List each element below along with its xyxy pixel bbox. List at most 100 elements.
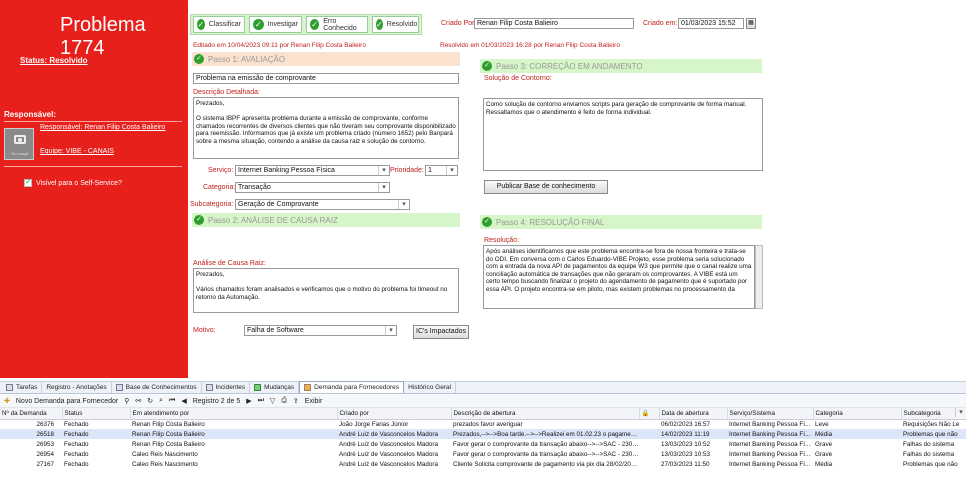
supplier-icon xyxy=(304,384,312,391)
workflow-tab-resolvido[interactable]: ✓ Resolvido xyxy=(372,16,419,33)
workflow-tab-classificar[interactable]: ✓ Classificar xyxy=(193,16,245,33)
cell: Fechado xyxy=(64,450,89,458)
table-row[interactable]: 27167 Fechado Caleo Reis Nascimento André L… xyxy=(0,459,966,469)
servico-label: Serviço: xyxy=(208,167,234,174)
resumo-field[interactable]: Problema na emissão de comprovante xyxy=(193,73,459,84)
cell: Grave xyxy=(815,450,833,458)
prev-record-icon[interactable]: ◀ xyxy=(181,397,186,405)
table-row[interactable]: 26953 Fechado Renan Filip Costa Balieiro An… xyxy=(0,439,966,449)
cell: 26518 xyxy=(0,429,62,439)
workflow-tab-erro-conhecido[interactable]: ✓ Erro Conhecido xyxy=(306,16,368,33)
cell: Renan Filip Costa Balieiro xyxy=(132,440,205,448)
tab-registro-anotacoes[interactable]: Registro - Anotações xyxy=(42,381,112,393)
exibir-menu[interactable]: Exibir xyxy=(305,398,323,405)
publicar-base-button[interactable]: Publicar Base de conhecimento xyxy=(484,180,608,194)
self-service-checkbox[interactable]: Visível para o Self-Service? xyxy=(24,177,122,187)
cell: Problemas que não xyxy=(903,460,958,468)
print-icon[interactable]: ⎙ xyxy=(281,397,287,405)
cell: 14/02/2023 11:19 xyxy=(659,429,727,439)
tab-label: Incidentes xyxy=(215,383,246,391)
cell: Internet Banking Pessoa Fí... xyxy=(729,440,811,448)
cell: 26376 xyxy=(36,420,54,428)
ics-impactados-button[interactable]: IC's Impactados xyxy=(413,325,469,339)
column-header[interactable]: Em atendimento por xyxy=(130,408,338,420)
passo2-header: ✓ Passo 2: ANÁLISE DE CAUSA RAIZ xyxy=(192,213,460,227)
cell: Caleo Reis Nascimento xyxy=(132,460,198,468)
tab-tarefas[interactable]: Tarefas xyxy=(2,381,43,393)
self-service-label: Visível para o Self-Service? xyxy=(36,179,122,187)
motivo-select[interactable]: Falha de Software xyxy=(244,325,397,336)
unlink-icon[interactable]: ⚯ xyxy=(135,397,141,405)
camera-lens-icon xyxy=(18,138,22,142)
lock-column-header[interactable]: 🔒 xyxy=(639,408,660,420)
resolucao-textarea[interactable]: Após análises identificamos que este pro… xyxy=(483,245,755,309)
filter-icon[interactable]: ▽ xyxy=(270,397,275,405)
cell: 27/03/2023 11:50 xyxy=(661,460,710,468)
new-icon: ✚ xyxy=(4,398,10,405)
cell: Internet Banking Pessoa Fí... xyxy=(729,450,811,458)
new-demanda-button[interactable]: Novo Demanda para Fornecedor xyxy=(16,398,118,405)
tab-base-conhecimentos[interactable]: Base de Conhecimentos xyxy=(112,381,202,393)
cell xyxy=(639,449,659,459)
cell: Falhas do sistema xyxy=(903,450,955,458)
grid-toolbar: ✚ Novo Demanda para Fornecedor ⚲ ⚯ ↻ ⌕ ⏮… xyxy=(0,395,966,408)
first-record-icon[interactable]: ⏮ xyxy=(169,397,175,405)
resolvido-label: Resolvido em 01/03/2023 16:28 por Renan … xyxy=(440,42,620,49)
refresh-icon[interactable]: ↻ xyxy=(147,397,153,405)
column-header[interactable]: Serviço/Sistema xyxy=(727,408,814,420)
passo2-title: Passo 2: ANÁLISE DE CAUSA RAIZ xyxy=(208,215,338,225)
analise-textarea[interactable]: Prezados, Vários chamados foram analisad… xyxy=(193,268,459,313)
passo3-header: ✓ Passo 3: CORREÇÃO EM ANDAMENTO xyxy=(480,59,762,73)
contorno-textarea[interactable]: Como solução de contorno enviamos script… xyxy=(483,98,763,171)
tab-mudancas[interactable]: Mudanças xyxy=(250,381,300,393)
cell: André Luiz de Vasconcelos Madora xyxy=(339,450,438,458)
list-icon xyxy=(6,383,13,391)
descricao-textarea[interactable]: Prezados, O sistema IBPF apresenta probl… xyxy=(193,97,459,159)
next-record-icon[interactable]: ▶ xyxy=(246,397,251,405)
cell: 26953 xyxy=(36,440,54,448)
cell: 06/02/2023 16:57 xyxy=(661,420,711,428)
cell: Internet Banking Pessoa Fí... xyxy=(729,460,811,468)
tab-demanda-fornecedores[interactable]: Demanda para Fornecedores xyxy=(299,381,405,393)
export-icon[interactable]: ⇪ xyxy=(293,397,299,405)
responsavel-link[interactable]: Responsável: Renan Filip Costa Balieiro xyxy=(40,124,165,131)
workflow-tab-investigar[interactable]: ✓ Investigar xyxy=(249,16,302,33)
equipe-link[interactable]: Equipe: VIBE - CANAIS xyxy=(40,148,114,155)
categoria-select[interactable]: Transação xyxy=(235,182,390,193)
criado-por-field[interactable]: Renan Filip Costa Balieiro xyxy=(474,18,634,29)
prioridade-select[interactable]: 1 xyxy=(425,165,458,176)
table-row[interactable]: 26376 Fechado Renan Filip Costa Balieiro Jo… xyxy=(0,419,966,429)
link-icon[interactable]: ⚲ xyxy=(124,397,129,405)
calendar-icon[interactable]: ▦ xyxy=(746,18,756,29)
column-header[interactable]: Criado por xyxy=(337,408,452,420)
column-header[interactable]: Descrição de abertura xyxy=(451,408,640,420)
column-header[interactable]: Nº da Demanda xyxy=(0,408,63,420)
incident-icon xyxy=(205,383,213,391)
checkbox-icon xyxy=(24,177,32,187)
tab-label: Mudanças xyxy=(264,383,295,391)
cell: Prezados,-->-->Boa tarde.-->-->Realizei … xyxy=(451,429,639,439)
column-header[interactable]: Status xyxy=(62,408,131,420)
table-row[interactable]: 26954 Fechado Caleo Reis Nascimento André L… xyxy=(0,449,966,459)
last-record-icon[interactable]: ⏭ xyxy=(258,397,264,405)
passo4-header: ✓ Passo 4: RESOLUÇÃO FINAL xyxy=(480,215,762,229)
tab-historico-geral[interactable]: Histórico Geral xyxy=(404,381,457,393)
column-header[interactable]: Data de abertura xyxy=(659,408,728,420)
cell: João Jorge Farias Júnior xyxy=(339,420,409,428)
table-row[interactable]: 26518 Fechado Renan Filip Costa Balieiro An… xyxy=(0,429,966,439)
check-icon: ✓ xyxy=(482,217,492,227)
check-icon: ✓ xyxy=(194,54,204,64)
servico-select[interactable]: Internet Banking Pessoa Física xyxy=(235,165,390,176)
subcategoria-select[interactable]: Geração de Comprovante xyxy=(235,199,410,210)
criado-em-field[interactable]: 01/03/2023 15:52 xyxy=(678,18,744,29)
resolucao-scrollbar[interactable] xyxy=(755,245,763,309)
avatar: No Image xyxy=(4,128,34,160)
find-icon[interactable]: ⌕ xyxy=(159,397,163,405)
no-image-label: No Image xyxy=(11,151,29,156)
subcategoria-label: Subcategoria: xyxy=(190,201,234,208)
cell: Fechado xyxy=(64,460,89,468)
cell: André Luiz de Vasconcelos Madora xyxy=(339,460,438,468)
tab-incidentes[interactable]: Incidentes xyxy=(202,381,251,393)
workflow-tab-label: Classificar xyxy=(208,21,241,28)
column-header[interactable]: Categoria xyxy=(813,408,902,420)
